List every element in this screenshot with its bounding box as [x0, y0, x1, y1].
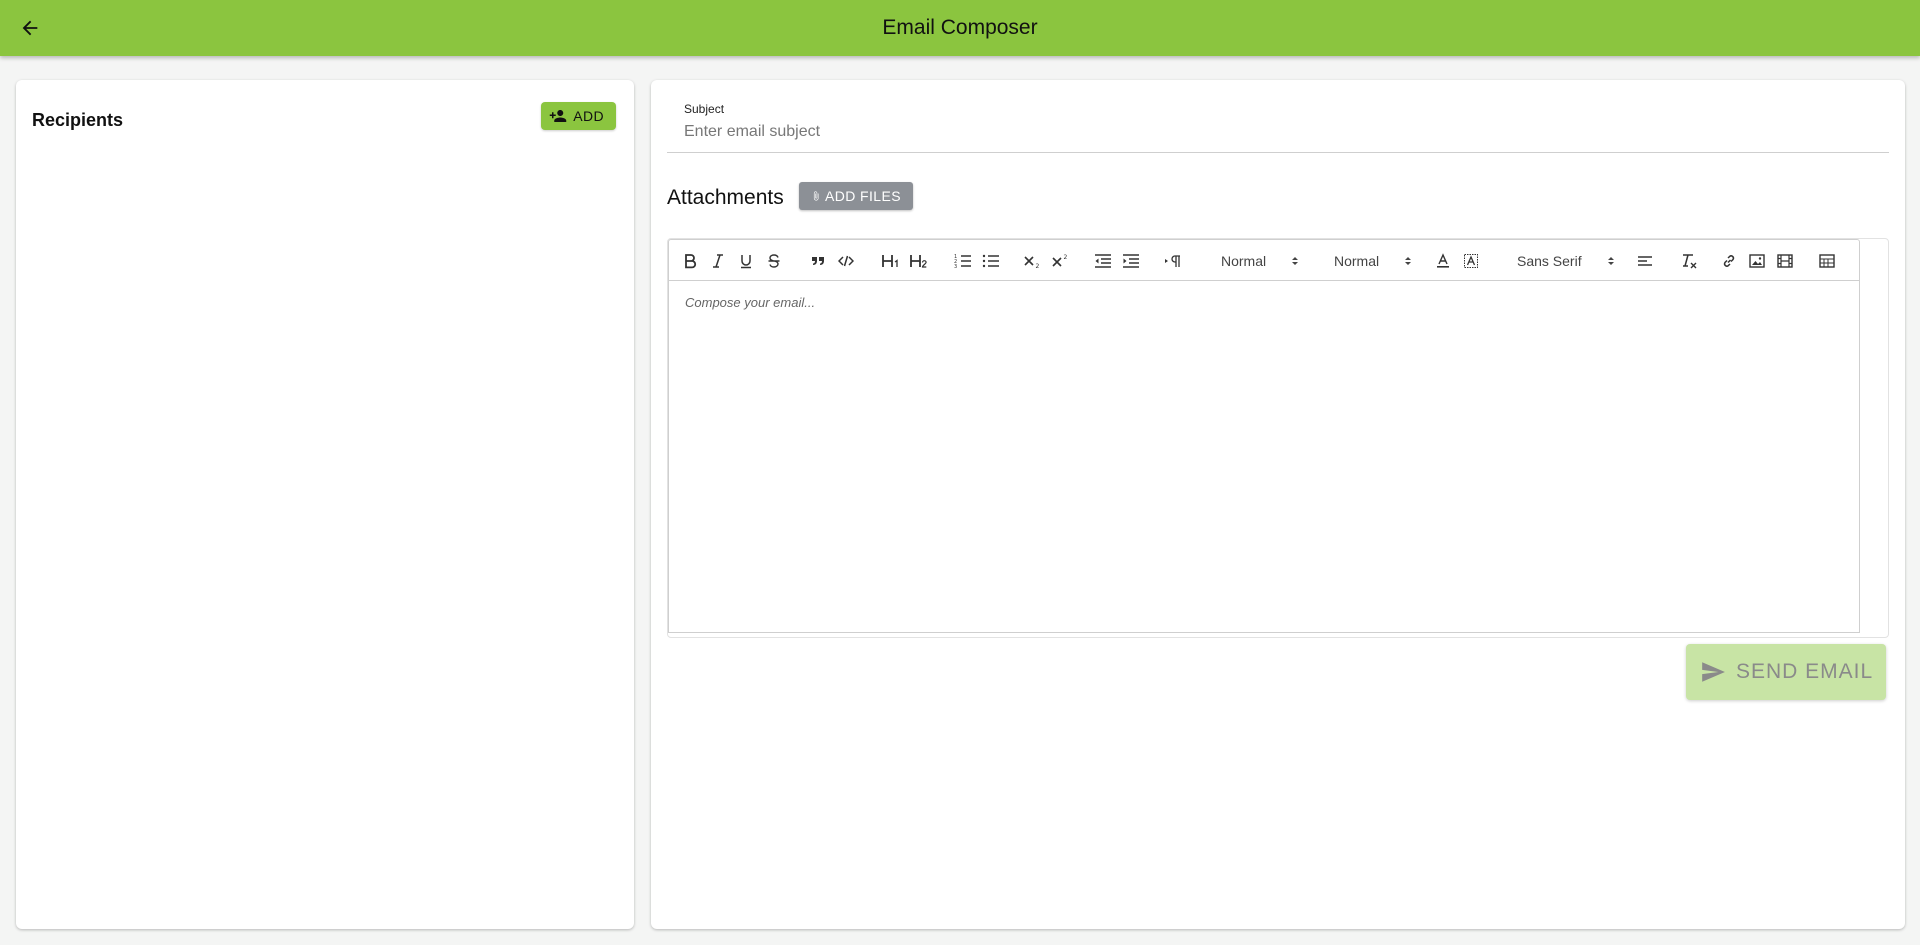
superscript-icon: 2 [1052, 254, 1068, 267]
person-add-icon [549, 110, 567, 122]
quote-icon [812, 257, 824, 265]
recipients-title: Recipients [32, 110, 124, 130]
subject-input[interactable] [684, 120, 1874, 144]
video-button[interactable] [1775, 249, 1795, 273]
add-files-button[interactable]: ADD FILES [799, 182, 913, 210]
heading-2-icon [910, 255, 927, 268]
bullet-list-icon [982, 254, 999, 268]
image-button[interactable] [1747, 249, 1767, 273]
background-color-button[interactable] [1461, 249, 1481, 273]
highlight-color-icon [1464, 254, 1478, 268]
add-files-label: ADD FILES [825, 188, 901, 204]
superscript-button[interactable]: 2 [1051, 249, 1071, 273]
add-recipient-button[interactable]: ADD [541, 102, 616, 130]
size-picker[interactable]: Normal [1211, 249, 1299, 273]
header-picker[interactable]: Normal [1324, 249, 1412, 273]
heading-1-icon [882, 255, 898, 267]
link-icon [1723, 255, 1735, 267]
rich-text-editor: 123 2 2 Normal Normal Sans Serif Compose… [667, 238, 1889, 638]
indent-icon [1123, 254, 1139, 268]
recipients-panel: Recipients ADD [16, 80, 634, 929]
text-color-icon [1437, 253, 1449, 268]
subscript-icon: 2 [1024, 256, 1040, 269]
back-button[interactable] [14, 12, 46, 44]
table-icon [1819, 254, 1835, 268]
subject-field: Subject [667, 102, 1889, 153]
blockquote-button[interactable] [809, 249, 827, 273]
outdent-icon [1095, 254, 1111, 268]
italic-button[interactable] [709, 249, 727, 273]
italic-icon [713, 254, 723, 268]
send-email-label: SEND EMAIL [1736, 660, 1874, 683]
header-2-button[interactable] [909, 249, 929, 273]
strike-button[interactable] [765, 249, 783, 273]
text-direction-icon [1165, 255, 1180, 267]
arrow-left-icon [22, 20, 38, 36]
table-button[interactable] [1817, 249, 1837, 273]
add-recipient-label: ADD [573, 108, 604, 124]
text-color-button[interactable] [1433, 249, 1453, 273]
clear-format-button[interactable] [1679, 249, 1699, 273]
ordered-list-button[interactable]: 123 [953, 249, 973, 273]
composer-panel: Subject Attachments ADD FILES [651, 80, 1905, 929]
clear-format-icon [1683, 254, 1697, 269]
text-direction-button[interactable] [1163, 249, 1183, 273]
send-icon [1702, 662, 1725, 682]
send-email-button[interactable]: SEND EMAIL [1686, 644, 1886, 700]
underline-button[interactable] [737, 249, 755, 273]
code-icon [838, 255, 854, 267]
app-bar: Email Composer [0, 0, 1920, 56]
svg-text:2: 2 [1036, 263, 1040, 269]
code-block-button[interactable] [837, 249, 855, 273]
font-picker-value: Sans Serif [1517, 253, 1582, 269]
svg-text:2: 2 [1064, 254, 1068, 261]
email-body-editor[interactable]: Compose your email... [668, 281, 1860, 633]
bullet-list-button[interactable] [981, 249, 1001, 273]
header-picker-value: Normal [1334, 253, 1380, 269]
attachments-title: Attachments [667, 186, 784, 209]
outdent-button[interactable] [1093, 249, 1113, 273]
indent-button[interactable] [1121, 249, 1141, 273]
editor-toolbar: 123 2 2 Normal Normal Sans Serif [668, 239, 1860, 281]
bold-button[interactable] [681, 249, 699, 273]
align-left-icon [1638, 256, 1652, 266]
image-icon [1749, 254, 1765, 268]
updown-arrow-icon [1292, 257, 1298, 265]
svg-text:3: 3 [954, 264, 957, 269]
updown-arrow-icon [1405, 257, 1411, 265]
ordered-list-icon: 123 [954, 254, 971, 269]
page-title: Email Composer [882, 16, 1038, 39]
bold-icon [685, 254, 697, 269]
header-1-button[interactable] [881, 249, 901, 273]
editor-placeholder: Compose your email... [685, 295, 816, 310]
paperclip-icon [813, 191, 819, 201]
size-picker-value: Normal [1221, 253, 1267, 269]
link-button[interactable] [1719, 249, 1739, 273]
underline-icon [741, 255, 751, 269]
strikethrough-icon [768, 254, 780, 268]
subject-label: Subject [684, 102, 725, 116]
video-icon [1777, 254, 1793, 268]
font-picker[interactable]: Sans Serif [1507, 249, 1615, 273]
updown-arrow-icon [1608, 257, 1614, 265]
align-button[interactable] [1635, 249, 1655, 273]
subscript-button[interactable]: 2 [1023, 249, 1043, 273]
